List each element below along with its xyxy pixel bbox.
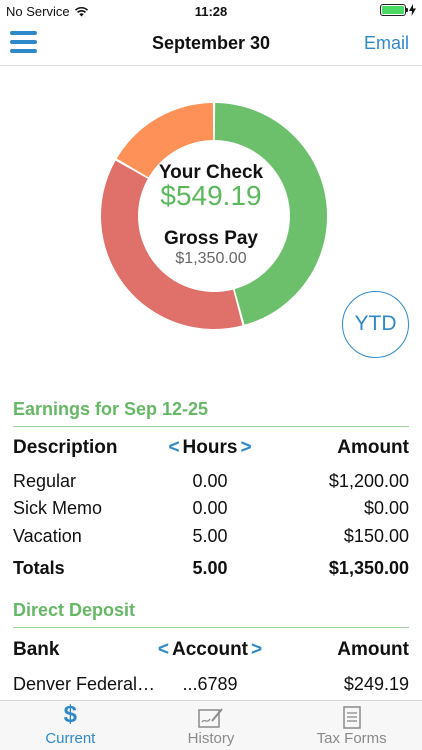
totals-label: Totals (13, 558, 65, 578)
status-right (380, 4, 416, 16)
tab-tax-forms[interactable]: Tax Forms (281, 701, 422, 750)
deposit-title: Direct Deposit (13, 600, 136, 620)
ytd-button[interactable]: YTD (342, 291, 409, 358)
charging-icon (409, 4, 416, 16)
bank-header: Bank (13, 639, 60, 660)
totals-amount: $1,350.00 (328, 558, 409, 578)
earning-amount: $150.00 (343, 526, 409, 546)
chevron-right-icon[interactable]: > (248, 639, 265, 661)
table-row: Sick Memo 0.00 $0.00 (0, 498, 422, 524)
page-title: September 30 (151, 33, 271, 53)
description-header: Description (13, 437, 118, 458)
earning-amount: $0.00 (363, 498, 409, 518)
earning-amount: $1,200.00 (328, 471, 409, 491)
dollar-icon: $ (63, 701, 78, 728)
table-row: Vacation 5.00 $150.00 (0, 526, 422, 552)
battery-icon (380, 4, 408, 16)
deposit-amount-header: Amount (337, 639, 409, 660)
earnings-header-row: Description < Hours > Amount (0, 437, 422, 463)
earning-description: Vacation (13, 526, 82, 546)
earning-hours: 0.00 (192, 498, 228, 518)
earning-hours: 0.00 (192, 471, 228, 491)
earning-description: Regular (13, 471, 77, 491)
account-header-label: Account (172, 639, 248, 660)
document-icon (281, 701, 422, 729)
status-bar: No Service 11:28 (0, 0, 422, 22)
tab-tax-forms-label: Tax Forms (316, 730, 387, 747)
nav-bar: September 30 Email (0, 22, 422, 66)
hours-header-label: Hours (182, 437, 238, 458)
chevron-left-icon[interactable]: < (165, 437, 182, 459)
paycheck-donut: Your Check $549.19 Gross Pay $1,350.00 Y… (0, 66, 422, 366)
history-icon (141, 701, 282, 729)
deposit-amount: $249.19 (343, 674, 409, 694)
account-header: < Account > (150, 639, 270, 661)
tab-current-label: Current (45, 730, 96, 747)
hours-header: < Hours > (150, 437, 270, 459)
email-button[interactable]: Email (364, 33, 409, 54)
earning-description: Sick Memo (13, 498, 103, 518)
tab-bar: $ Current History Tax Forms (0, 700, 422, 750)
table-row: Regular 0.00 $1,200.00 (0, 471, 422, 497)
chevron-left-icon[interactable]: < (155, 639, 172, 661)
deposit-account: ...6789 (182, 674, 238, 694)
tab-history-label: History (187, 730, 235, 747)
deposit-divider (13, 627, 409, 628)
table-row: Denver Federal… ...6789 $249.19 (0, 674, 422, 700)
totals-row: Totals 5.00 $1,350.00 (0, 558, 422, 584)
gross-pay-amount: $1,350.00 (175, 250, 247, 267)
deposit-bank: Denver Federal… (13, 674, 156, 694)
amount-header: Amount (337, 437, 409, 458)
earning-hours: 5.00 (192, 526, 228, 546)
deposit-header-row: Bank < Account > Amount (0, 639, 422, 665)
earnings-title: Earnings for Sep 12-25 (13, 399, 209, 419)
totals-hours: 5.00 (192, 558, 228, 578)
tab-current[interactable]: $ Current (0, 701, 141, 750)
status-time: 11:28 (194, 4, 228, 19)
tab-history[interactable]: History (141, 701, 282, 750)
your-check-amount: $549.19 (160, 180, 262, 211)
gross-pay-label: Gross Pay (164, 228, 258, 249)
earnings-divider (13, 426, 409, 427)
chevron-right-icon[interactable]: > (237, 437, 254, 459)
